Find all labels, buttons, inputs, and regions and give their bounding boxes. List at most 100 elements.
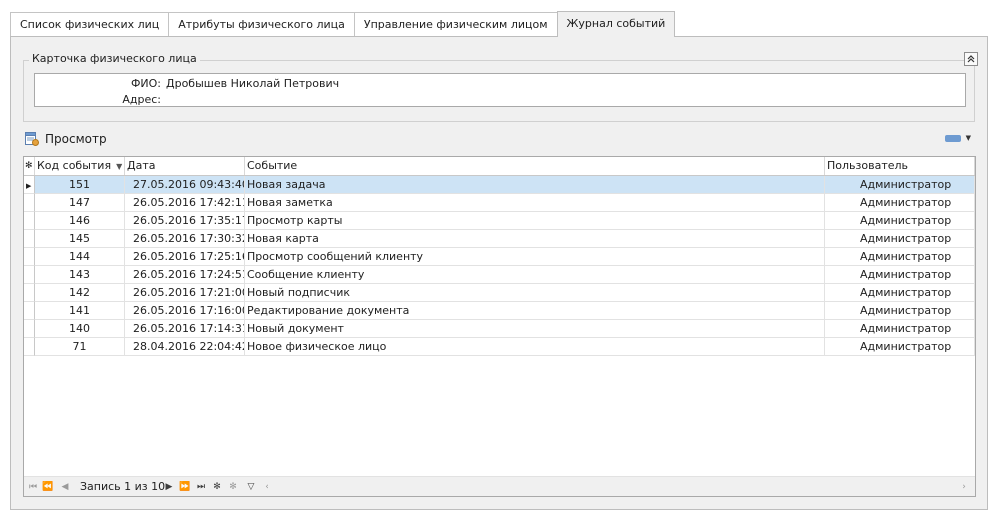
double-chevron-up-icon xyxy=(967,55,975,63)
delete-record-icon[interactable]: ✻ xyxy=(227,480,239,494)
cell-date[interactable]: 26.05.2016 17:25:16 xyxy=(125,248,245,266)
row-indicator xyxy=(24,302,35,320)
cell-date[interactable]: 26.05.2016 17:42:11 xyxy=(125,194,245,212)
table-view-icon xyxy=(25,132,39,146)
cell-code[interactable]: 147 xyxy=(35,194,125,212)
cell-date[interactable]: 26.05.2016 17:14:31 xyxy=(125,320,245,338)
column-header-user[interactable]: Пользователь xyxy=(825,157,975,175)
cell-event[interactable]: Просмотр карты xyxy=(245,212,825,230)
row-indicator xyxy=(24,212,35,230)
cell-user[interactable]: Администратор xyxy=(825,194,975,212)
person-card-title: Карточка физического лица xyxy=(29,52,200,65)
cell-user[interactable]: Администратор xyxy=(825,284,975,302)
cell-user[interactable]: Администратор xyxy=(825,212,975,230)
cell-date[interactable]: 26.05.2016 17:16:00 xyxy=(125,302,245,320)
table-row[interactable]: 140 26.05.2016 17:14:31 Новый документ Адми… xyxy=(24,320,975,338)
cell-code[interactable]: 146 xyxy=(35,212,125,230)
fio-label: ФИО: xyxy=(130,77,161,90)
cell-event[interactable]: Новая карта xyxy=(245,230,825,248)
table-row[interactable]: 142 26.05.2016 17:21:00 Новый подписчик Адм… xyxy=(24,284,975,302)
table-row[interactable]: 143 26.05.2016 17:24:51 Сообщение клиенту А… xyxy=(24,266,975,284)
next-page-icon[interactable]: ⏩ xyxy=(179,480,191,494)
fio-value: Дробышев Николай Петрович xyxy=(166,77,340,90)
scroll-right-icon[interactable]: › xyxy=(959,480,969,494)
cell-code[interactable]: 140 xyxy=(35,320,125,338)
cell-code[interactable]: 141 xyxy=(35,302,125,320)
sort-down-icon: ▼ xyxy=(116,162,123,171)
tab-person-attributes[interactable]: Атрибуты физического лица xyxy=(168,12,355,36)
cell-date[interactable]: 28.04.2016 22:04:42 xyxy=(125,338,245,356)
cell-user[interactable]: Администратор xyxy=(825,248,975,266)
cell-event[interactable]: Сообщение клиенту xyxy=(245,266,825,284)
tab-person-management[interactable]: Управление физическим лицом xyxy=(353,12,558,36)
cell-code[interactable]: 144 xyxy=(35,248,125,266)
layout-menu-icon xyxy=(944,134,961,142)
row-indicator xyxy=(24,284,35,302)
cell-event[interactable]: Редактирование документа xyxy=(245,302,825,320)
events-grid: ✻ Код события ▼ Дата Событие Пользователь… xyxy=(23,156,976,497)
new-row-icon[interactable]: ✻ xyxy=(24,157,35,175)
row-indicator xyxy=(24,248,35,266)
append-record-icon[interactable]: ✻ xyxy=(212,480,222,494)
cell-user[interactable]: Администратор xyxy=(825,176,975,194)
record-counter: Запись 1 из 10 xyxy=(80,480,166,493)
current-row-icon: ▶ xyxy=(26,182,32,190)
cell-date[interactable]: 26.05.2016 17:30:32 xyxy=(125,230,245,248)
record-navigator: ⏮ ⏪ ◀ Запись 1 из 10 ▶ ⏩ ⏭ ✻ ✻ ▽ ‹ › xyxy=(24,476,975,496)
cell-user[interactable]: Администратор xyxy=(825,320,975,338)
tab-strip: Список физических лиц Атрибуты физическо… xyxy=(10,11,676,37)
cell-code[interactable]: 151 xyxy=(35,176,125,194)
prev-record-icon[interactable]: ◀ xyxy=(60,480,70,494)
view-title: Просмотр xyxy=(45,132,107,146)
next-record-icon[interactable]: ▶ xyxy=(164,480,174,494)
prev-page-icon[interactable]: ⏪ xyxy=(42,480,54,494)
cell-date[interactable]: 26.05.2016 17:21:00 xyxy=(125,284,245,302)
table-row[interactable]: 145 26.05.2016 17:30:32 Новая карта Админис… xyxy=(24,230,975,248)
table-row[interactable]: 147 26.05.2016 17:42:11 Новая заметка Админ… xyxy=(24,194,975,212)
cell-date[interactable]: 27.05.2016 09:43:40 xyxy=(125,176,245,194)
row-indicator xyxy=(24,338,35,356)
first-record-icon[interactable]: ⏮ xyxy=(27,480,39,494)
grid-header: ✻ Код события ▼ Дата Событие Пользователь xyxy=(24,157,975,176)
cell-user[interactable]: Администратор xyxy=(825,302,975,320)
event-log-panel: Карточка физического лица ФИО: Дробышев … xyxy=(10,36,988,510)
cell-event[interactable]: Новый документ xyxy=(245,320,825,338)
cell-code[interactable]: 71 xyxy=(35,338,125,356)
cell-user[interactable]: Администратор xyxy=(825,230,975,248)
table-row[interactable]: 141 26.05.2016 17:16:00 Редактирование док… xyxy=(24,302,975,320)
cell-event[interactable]: Новая заметка xyxy=(245,194,825,212)
cell-event[interactable]: Новый подписчик xyxy=(245,284,825,302)
cell-code[interactable]: 142 xyxy=(35,284,125,302)
cell-user[interactable]: Администратор xyxy=(825,338,975,356)
cell-code[interactable]: 143 xyxy=(35,266,125,284)
cell-date[interactable]: 26.05.2016 17:35:17 xyxy=(125,212,245,230)
last-record-icon[interactable]: ⏭ xyxy=(195,480,207,494)
column-header-code-label: Код события xyxy=(37,159,112,172)
tab-persons-list[interactable]: Список физических лиц xyxy=(10,12,170,36)
row-indicator xyxy=(24,194,35,212)
scroll-left-icon[interactable]: ‹ xyxy=(262,480,272,494)
person-card-box: ФИО: Дробышев Николай Петрович Адрес: xyxy=(34,73,966,107)
dropdown-arrow-icon: ▼ xyxy=(965,134,971,142)
address-label: Адрес: xyxy=(122,93,161,106)
cell-user[interactable]: Администратор xyxy=(825,266,975,284)
row-indicator: ▶ xyxy=(24,176,35,194)
cell-event[interactable]: Просмотр сообщений клиенту xyxy=(245,248,825,266)
table-row[interactable]: ▶ 151 27.05.2016 09:43:40 Новая задача Админ… xyxy=(24,176,975,194)
column-header-event[interactable]: Событие xyxy=(245,157,825,175)
cell-event[interactable]: Новое физическое лицо xyxy=(245,338,825,356)
cell-date[interactable]: 26.05.2016 17:24:51 xyxy=(125,266,245,284)
table-row[interactable]: 71 28.04.2016 22:04:42 Новое физическое ли… xyxy=(24,338,975,356)
row-indicator xyxy=(24,320,35,338)
cell-event[interactable]: Новая задача xyxy=(245,176,825,194)
table-row[interactable]: 146 26.05.2016 17:35:17 Просмотр карты Адми… xyxy=(24,212,975,230)
column-header-code[interactable]: Код события ▼ xyxy=(35,157,125,175)
tab-event-log[interactable]: Журнал событий xyxy=(556,11,676,37)
collapse-icon[interactable] xyxy=(964,52,978,66)
filter-icon[interactable]: ▽ xyxy=(246,480,256,494)
table-row[interactable]: 144 26.05.2016 17:25:16 Просмотр сообщений… xyxy=(24,248,975,266)
cell-code[interactable]: 145 xyxy=(35,230,125,248)
column-header-date[interactable]: Дата xyxy=(125,157,245,175)
layout-menu-button[interactable]: ▼ xyxy=(944,134,971,142)
view-header: Просмотр xyxy=(25,130,107,148)
